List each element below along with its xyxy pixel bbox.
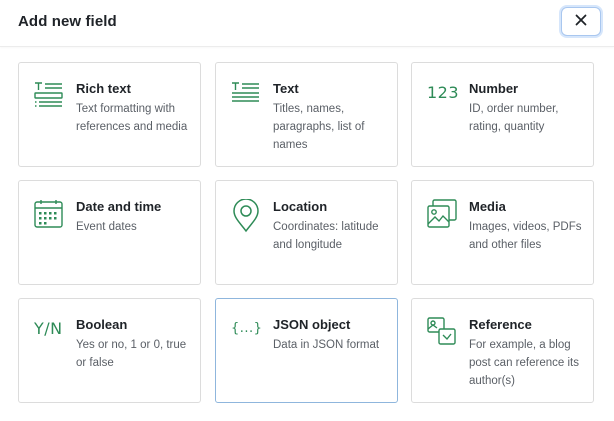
location-pin-icon [231, 199, 261, 233]
rich-text-icon [34, 81, 64, 111]
field-type-location[interactable]: Location Coordinates: latitude and longi… [215, 180, 398, 285]
field-type-name: Text [273, 81, 299, 96]
field-type-name: Media [469, 199, 506, 214]
field-type-description: ID, order number, rating, quantity [469, 103, 559, 133]
field-type-boolean[interactable]: Y/N Boolean Yes or no, 1 or 0, true or f… [18, 298, 201, 403]
field-type-text[interactable]: Text Titles, names, paragraphs, list of … [215, 62, 398, 167]
field-type-date-and-time[interactable]: Date and time Event dates [18, 180, 201, 285]
field-type-description: Coordinates: latitude and longitude [273, 221, 379, 251]
field-type-media[interactable]: Media Images, videos, PDFs and other fil… [411, 180, 594, 285]
field-type-description: Data in JSON format [273, 339, 380, 351]
json-icon: {...} [231, 321, 263, 336]
field-type-name: Location [273, 199, 328, 214]
add-field-dialog: Add new field Rich text Text formatting … [0, 0, 614, 421]
close-icon [575, 13, 587, 31]
field-type-description: Text formatting with references and medi… [76, 103, 188, 133]
field-type-name: Reference [469, 317, 532, 332]
field-type-json-object[interactable]: {...} JSON object Data in JSON format [215, 298, 398, 403]
field-type-reference[interactable]: Reference For example, a blog post can r… [411, 298, 594, 403]
field-type-rich-text[interactable]: Rich text Text formatting with reference… [18, 62, 201, 167]
field-type-name: Boolean [76, 317, 128, 332]
boolean-icon: Y/N [34, 319, 63, 338]
close-button[interactable] [561, 7, 601, 36]
field-type-description: Images, videos, PDFs and other files [469, 221, 582, 251]
field-type-name: Rich text [76, 81, 131, 96]
text-icon [231, 81, 261, 111]
field-type-number[interactable]: 123 Number ID, order number, rating, qua… [411, 62, 594, 167]
field-type-name: JSON object [273, 317, 351, 332]
reference-icon [427, 317, 457, 347]
calendar-icon [34, 199, 64, 229]
number-icon: 123 [427, 83, 460, 102]
media-icon [427, 199, 457, 229]
field-type-name: Date and time [76, 199, 162, 214]
field-type-description: For example, a blog post can reference i… [469, 339, 579, 387]
field-type-description: Event dates [76, 221, 137, 233]
dialog-title: Add new field [18, 13, 117, 30]
field-type-description: Titles, names, paragraphs, list of names [273, 103, 365, 151]
dialog-header: Add new field [0, 0, 614, 47]
field-type-description: Yes or no, 1 or 0, true or false [76, 339, 187, 369]
field-type-name: Number [469, 81, 519, 96]
